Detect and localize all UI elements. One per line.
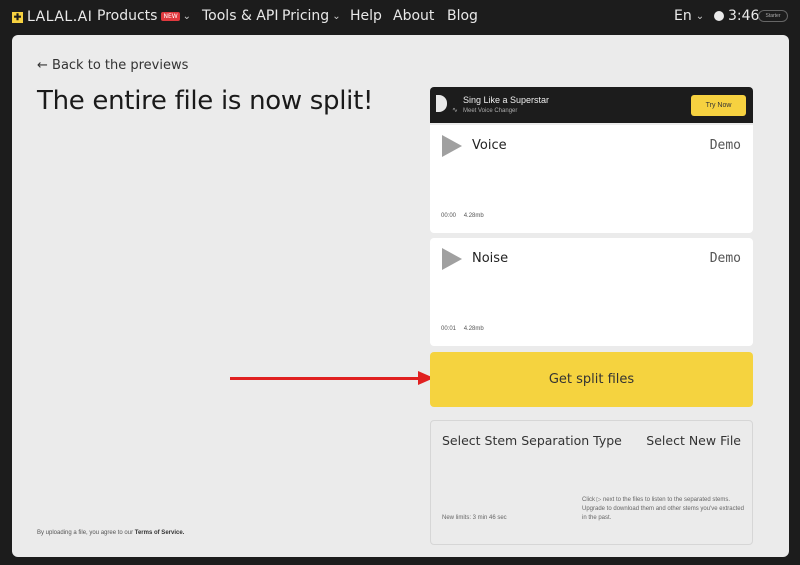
- select-separation-type-button[interactable]: Select Stem Separation Type: [442, 433, 622, 448]
- nav-tools-api[interactable]: Tools & API: [202, 8, 278, 24]
- nav-tools-label: Tools & API: [202, 8, 279, 24]
- play-icon[interactable]: [442, 135, 462, 157]
- language-selector[interactable]: En ⌄: [674, 8, 704, 24]
- nav-about[interactable]: About: [393, 8, 434, 24]
- stem-size: 4.28mb: [463, 213, 484, 219]
- logo[interactable]: ✚ LALAL.AI: [12, 9, 92, 25]
- nav-help[interactable]: Help: [350, 8, 382, 24]
- terms-of-service-link[interactable]: Terms of Service.: [135, 530, 185, 536]
- plan-badge[interactable]: Starter: [758, 10, 788, 22]
- chevron-down-icon: ⌄: [182, 10, 192, 22]
- terms-notice: By uploading a file, you agree to our Te…: [37, 530, 184, 536]
- chevron-down-icon: ⌄: [695, 10, 705, 22]
- select-new-file-button[interactable]: Select New File: [646, 433, 741, 448]
- play-icon[interactable]: [442, 248, 462, 270]
- stem-meta: 00:00 4.28mb: [441, 213, 484, 219]
- chevron-down-icon: ⌄: [332, 10, 341, 22]
- top-nav: ✚ LALAL.AI Products NEW ⌄ Tools & API Pr…: [0, 0, 800, 34]
- promo-banner: ∿ Sing Like a Superstar Meet Voice Chang…: [430, 87, 753, 123]
- waveform-icon: ∿: [452, 107, 458, 114]
- nav-products-label: Products: [97, 8, 158, 24]
- timer-icon: [714, 11, 724, 21]
- demo-label: Demo: [709, 138, 741, 153]
- demo-label: Demo: [709, 251, 741, 266]
- options-box: Select Stem Separation Type Select New F…: [430, 420, 753, 545]
- promo-subtitle: Meet Voice Changer: [463, 108, 518, 114]
- logo-icon: ✚: [12, 11, 23, 23]
- time-remaining: 3:46: [714, 8, 759, 24]
- stem-meta: 00:01 4.28mb: [441, 326, 484, 332]
- time-remaining-value: 3:46: [728, 8, 760, 24]
- new-badge: NEW: [161, 11, 180, 21]
- stem-time: 00:00: [441, 213, 457, 219]
- stem-card-voice: Voice Demo 00:00 4.28mb: [430, 125, 753, 233]
- stem-name: Voice: [472, 138, 507, 153]
- limits-text: New limits: 3 min 46 sec: [442, 515, 507, 521]
- main-panel: ← Back to the previews The entire file i…: [12, 35, 789, 557]
- stem-name: Noise: [472, 251, 509, 266]
- stem-time: 00:01: [441, 326, 457, 332]
- hint-text: Click ▷ next to the files to listen to t…: [582, 497, 744, 521]
- nav-products[interactable]: Products NEW ⌄: [97, 8, 191, 24]
- nav-help-label: Help: [350, 8, 382, 24]
- back-to-previews-link[interactable]: ← Back to the previews: [37, 58, 188, 73]
- promo-title: Sing Like a Superstar: [463, 95, 550, 105]
- nav-about-label: About: [393, 8, 435, 24]
- stem-size: 4.28mb: [463, 326, 484, 332]
- get-split-files-button[interactable]: Get split files: [430, 352, 753, 407]
- nav-pricing[interactable]: Pricing ⌄: [282, 8, 341, 24]
- nav-pricing-label: Pricing: [282, 8, 330, 24]
- nav-blog-label: Blog: [447, 8, 478, 24]
- voice-changer-logo-icon: [436, 95, 447, 112]
- try-now-button[interactable]: Try Now: [691, 95, 746, 116]
- logo-text: LALAL.AI: [27, 9, 93, 25]
- page-title: The entire file is now split!: [37, 86, 374, 116]
- stem-card-noise: Noise Demo 00:01 4.28mb: [430, 238, 753, 346]
- annotation-arrow-line: [230, 377, 420, 380]
- language-label: En: [674, 8, 692, 24]
- nav-blog[interactable]: Blog: [447, 8, 478, 24]
- terms-prefix: By uploading a file, you agree to our: [37, 530, 134, 536]
